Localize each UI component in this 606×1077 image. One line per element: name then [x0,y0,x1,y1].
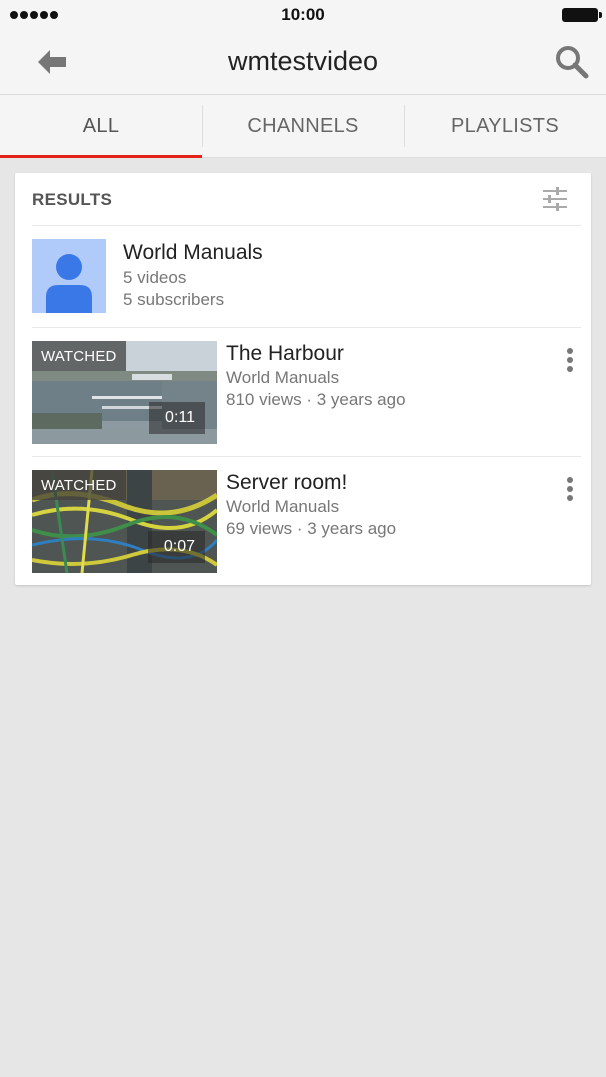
tab-all[interactable]: ALL [0,95,202,158]
video-duration: 0:07 [147,531,205,563]
video-stats: 810 views · 3 years ago [226,390,406,409]
channel-result[interactable]: World Manuals 5 videos 5 subscribers [15,226,591,328]
results-card: RESULTS World Manuals 5 videos 5 subscri… [15,173,591,585]
video-stats: 69 views · 3 years ago [226,519,397,538]
filter-sliders-icon [543,187,567,211]
watched-badge: WATCHED [32,470,126,500]
video-channel: World Manuals [226,497,340,516]
channel-subscriber-count: 5 subscribers [123,290,225,309]
more-vert-icon [567,348,573,372]
video-channel: World Manuals [226,368,340,387]
app-bar: wmtestvideo [0,30,606,94]
video-thumbnail[interactable]: WATCHED 0:07 [32,470,217,573]
video-result[interactable]: WATCHED 0:07 Server room! World Manuals … [15,457,591,585]
search-icon [556,46,589,79]
watched-badge: WATCHED [32,341,126,371]
filter-button[interactable] [541,185,569,213]
status-time: 10:00 [281,5,325,24]
more-options-button[interactable] [561,346,579,376]
more-vert-icon [567,477,573,501]
results-label: RESULTS [32,190,113,209]
tab-channels[interactable]: CHANNELS [202,95,404,157]
channel-video-count: 5 videos [123,268,187,287]
video-duration: 0:11 [149,402,205,434]
avatar [32,239,106,313]
channel-name: World Manuals [123,241,263,264]
video-result[interactable]: WATCHED 0:11 The Harbour World Manuals 8… [15,328,591,456]
video-thumbnail[interactable]: WATCHED 0:11 [32,341,217,444]
tab-playlists[interactable]: PLAYLISTS [404,95,606,157]
status-bar: 10:00 [0,0,606,30]
results-header: RESULTS [15,173,581,225]
person-icon [46,254,92,313]
video-title: Server room! [226,471,348,494]
search-button[interactable] [552,42,592,82]
battery-icon [562,8,602,22]
page-title: wmtestvideo [227,46,379,76]
video-title: The Harbour [226,342,344,365]
more-options-button[interactable] [561,475,579,505]
tab-bar: ALL CHANNELS PLAYLISTS [0,94,606,158]
